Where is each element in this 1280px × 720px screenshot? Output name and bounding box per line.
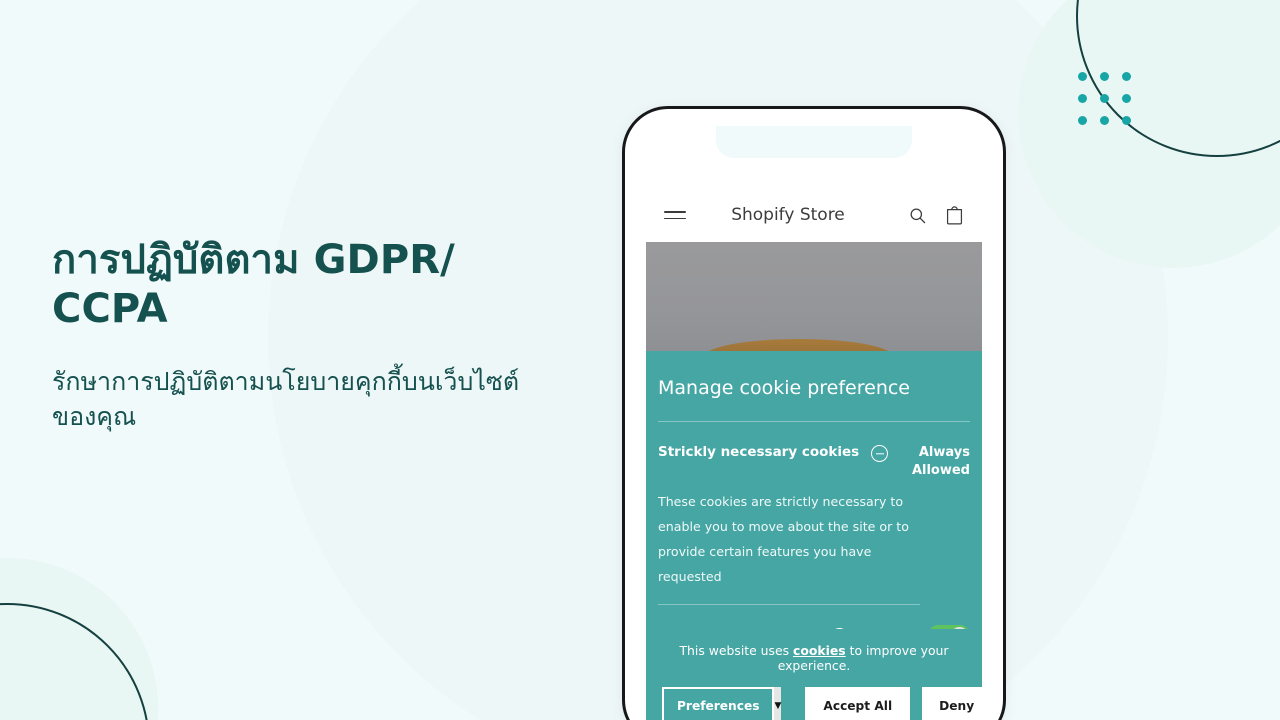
shopping-bag-icon[interactable] (945, 205, 964, 225)
cookie-consent-banner: This website uses cookies to improve you… (646, 629, 982, 720)
consent-text-before: This website uses (679, 643, 794, 658)
dot-grid-decoration (1078, 72, 1131, 125)
cookie-category-description: These cookies are strictly necessary to … (658, 481, 920, 605)
preferences-button[interactable]: Preferences (662, 687, 775, 720)
page-subtitle: รักษาการปฏิบัติตามนโยบายคุกกี้บนเว็บไซต์… (52, 366, 520, 432)
store-header: Shopify Store (646, 188, 982, 242)
cookie-category-label: Strickly necessary cookies (658, 444, 860, 460)
hamburger-menu-icon[interactable] (664, 210, 686, 220)
store-title: Shopify Store (731, 205, 845, 225)
grid-dot (1078, 94, 1087, 103)
photo-subject (703, 339, 894, 351)
deny-button[interactable]: Deny (922, 687, 982, 720)
store-hero-photo (646, 242, 982, 351)
grid-dot (1100, 94, 1109, 103)
grid-dot (1100, 116, 1109, 125)
consent-button-group: Preferences ▼ Accept All Deny (662, 687, 982, 720)
grid-dot (1078, 72, 1087, 81)
phone-notch (716, 126, 912, 158)
page-title: การปฏิบัติตาม GDPR/ CCPA (52, 237, 455, 332)
grid-dot (1122, 116, 1131, 125)
grid-dot (1078, 116, 1087, 125)
phone-screen: Shopify Store Manage cookie preference S… (646, 126, 982, 720)
grid-dot (1122, 72, 1131, 81)
phone-mockup: Shopify Store Manage cookie preference S… (622, 106, 1006, 720)
status-badge: Always Allowed (911, 445, 970, 479)
hero-copy: การปฏิบัติตาม GDPR/ CCPA รักษาการปฏิบัติ… (52, 236, 552, 435)
accept-all-button[interactable]: Accept All (805, 687, 911, 720)
consent-message: This website uses cookies to improve you… (662, 643, 966, 673)
panel-title: Manage cookie preference (658, 377, 970, 422)
chevron-down-icon[interactable]: ▼ (774, 687, 782, 720)
grid-dot (1100, 72, 1109, 81)
cookie-category-row-strictly-necessary: Strickly necessary cookies Always Allowe… (658, 422, 970, 481)
minus-circle-icon[interactable] (871, 445, 889, 462)
search-icon[interactable] (908, 206, 927, 225)
cookies-policy-link[interactable]: cookies (793, 643, 846, 658)
grid-dot (1122, 94, 1131, 103)
